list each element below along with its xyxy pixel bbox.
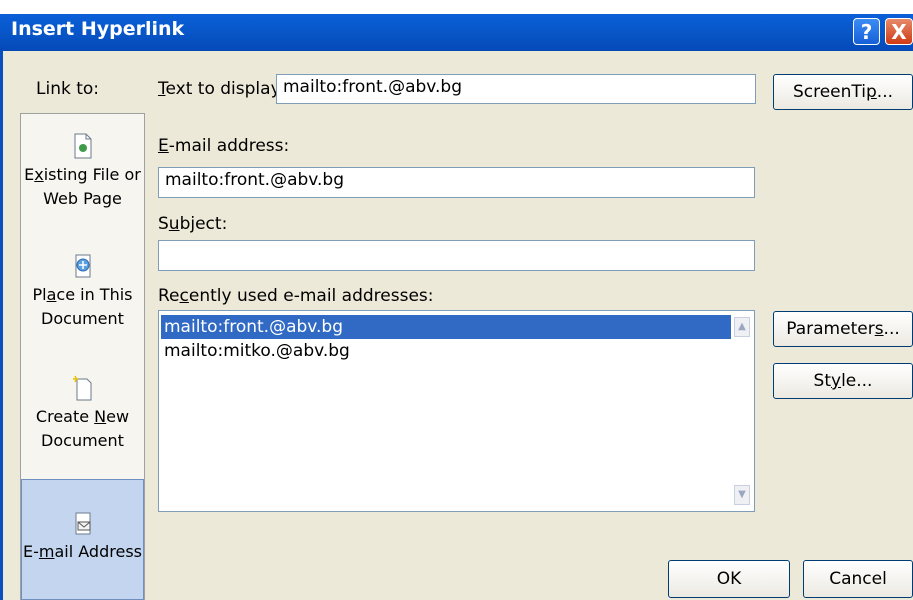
scroll-up-arrow[interactable]: ▲ bbox=[734, 317, 750, 337]
scroll-down-arrow[interactable]: ▼ bbox=[734, 485, 750, 505]
dialog-title: Insert Hyperlink bbox=[11, 18, 185, 40]
new-doc-icon bbox=[72, 375, 91, 401]
list-item[interactable]: mailto:front.@abv.bg bbox=[161, 315, 731, 339]
screentip-button[interactable]: ScreenTip... bbox=[773, 74, 913, 110]
cancel-button[interactable]: Cancel bbox=[803, 560, 913, 598]
place-in-this-document[interactable]: Place in This Document bbox=[21, 253, 144, 331]
email-icon bbox=[75, 512, 90, 535]
link-to-label: Link to: bbox=[36, 79, 100, 99]
text-to-display-input[interactable]: mailto:front.@abv.bg bbox=[276, 74, 756, 104]
close-button[interactable]: X bbox=[885, 18, 913, 45]
clipped-caption-strip bbox=[0, 0, 913, 14]
list-item[interactable]: mailto:mitko.@abv.bg bbox=[161, 339, 350, 363]
place-existing-file[interactable]: Existing File or Web Page bbox=[21, 133, 144, 211]
email-address-label: E-mail address: bbox=[158, 136, 290, 156]
email-address-input[interactable]: mailto:front.@abv.bg bbox=[158, 167, 755, 198]
place-email-address[interactable]: E-mail Address bbox=[21, 479, 144, 600]
help-button[interactable]: ? bbox=[853, 18, 880, 45]
subject-label: Subject: bbox=[158, 214, 228, 234]
recent-addresses-label: Recently used e-mail addresses: bbox=[158, 286, 434, 306]
ok-button[interactable]: OK bbox=[668, 560, 790, 598]
place-create-new-document[interactable]: Create New Document bbox=[21, 375, 144, 453]
parameters-button[interactable]: Parameters... bbox=[773, 311, 913, 347]
style-button[interactable]: Style... bbox=[773, 363, 913, 399]
recent-addresses-list[interactable]: mailto:front.@abv.bg mailto:mitko.@abv.b… bbox=[158, 310, 755, 512]
file-icon bbox=[74, 133, 91, 159]
subject-input[interactable] bbox=[158, 240, 755, 271]
place-icon bbox=[75, 254, 90, 278]
text-to-display-label: Text to display: bbox=[158, 79, 286, 99]
